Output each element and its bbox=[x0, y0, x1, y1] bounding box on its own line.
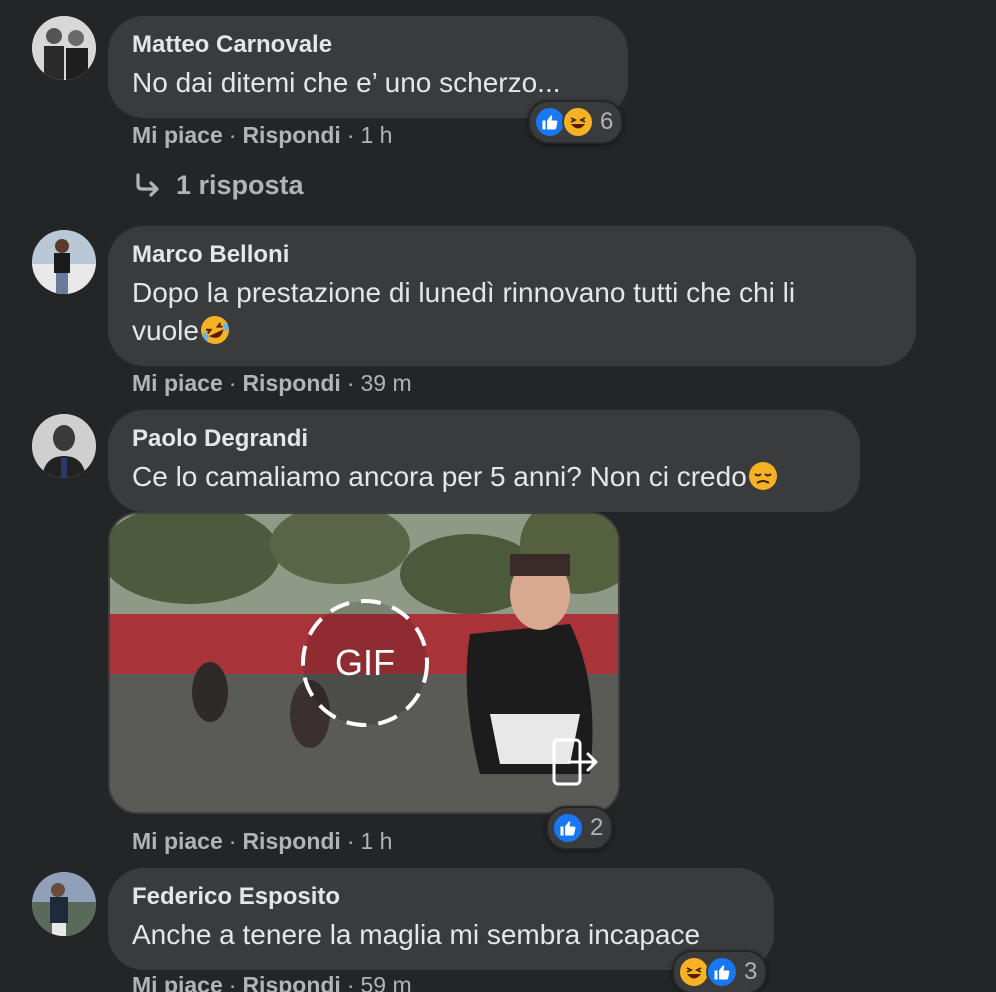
like-icon bbox=[552, 812, 584, 844]
comment-author[interactable]: Marco Belloni bbox=[132, 240, 892, 270]
like-button[interactable]: Mi piace bbox=[132, 828, 223, 854]
share-out-icon[interactable] bbox=[548, 736, 600, 788]
comment-text-fragment: vuole bbox=[132, 315, 199, 346]
view-replies-link[interactable]: 1 risposta bbox=[134, 170, 304, 201]
reply-button[interactable]: Rispondi bbox=[242, 370, 340, 396]
comment-author[interactable]: Matteo Carnovale bbox=[132, 30, 604, 60]
comment-timestamp[interactable]: 1 h bbox=[361, 122, 393, 148]
gif-attachment[interactable]: GIF bbox=[108, 512, 620, 814]
comment-timestamp[interactable]: 1 h bbox=[361, 828, 393, 854]
reply-button[interactable]: Rispondi bbox=[242, 828, 340, 854]
avatar[interactable] bbox=[32, 872, 96, 936]
comments-feed: Matteo Carnovale No dai ditemi che e’ un… bbox=[0, 0, 996, 992]
gif-play-badge[interactable]: GIF bbox=[298, 596, 432, 730]
reaction-count: 2 bbox=[590, 814, 604, 841]
comment-text: Anche a tenere la maglia mi sembra incap… bbox=[132, 919, 701, 950]
comment-timestamp[interactable]: 39 m bbox=[361, 370, 412, 396]
reply-button[interactable]: Rispondi bbox=[242, 972, 340, 992]
reaction-summary[interactable]: 3 bbox=[672, 950, 768, 992]
like-icon bbox=[706, 956, 738, 988]
gif-label: GIF bbox=[335, 642, 395, 683]
replies-count-label: 1 risposta bbox=[176, 170, 304, 200]
comment-actions: Mi piace · Rispondi · 59 m bbox=[132, 970, 412, 992]
comment-timestamp[interactable]: 59 m bbox=[361, 972, 412, 992]
comment-text: No dai ditemi che e’ uno scherzo... bbox=[132, 67, 561, 98]
avatar[interactable] bbox=[32, 16, 96, 80]
comment-bubble: Paolo Degrandi Ce lo camaliamo ancora pe… bbox=[108, 410, 860, 512]
comment-text-line: vuole bbox=[132, 312, 892, 350]
avatar[interactable] bbox=[32, 414, 96, 478]
comment-author[interactable]: Federico Esposito bbox=[132, 882, 750, 912]
haha-icon bbox=[562, 106, 594, 138]
comment-text-line: Dopo la prestazione di lunedì rinnovano … bbox=[132, 277, 796, 308]
comment-bubble: Marco Belloni Dopo la prestazione di lun… bbox=[108, 226, 916, 366]
comment-actions: Mi piace · Rispondi · 1 h bbox=[132, 828, 393, 854]
avatar[interactable] bbox=[32, 230, 96, 294]
disappointed-emoji bbox=[748, 462, 777, 490]
comment-bubble: Federico Esposito Anche a tenere la magl… bbox=[108, 868, 774, 970]
rolling-laughing-emoji bbox=[200, 316, 229, 344]
reaction-summary[interactable]: 6 bbox=[528, 100, 624, 144]
like-button[interactable]: Mi piace bbox=[132, 370, 223, 396]
reply-arrow-icon bbox=[134, 172, 162, 199]
comment-text: Ce lo camaliamo ancora per 5 anni? Non c… bbox=[132, 458, 836, 496]
comment-text: Dopo la prestazione di lunedì rinnovano … bbox=[132, 274, 892, 350]
like-button[interactable]: Mi piace bbox=[132, 122, 223, 148]
reaction-count: 3 bbox=[744, 958, 758, 985]
comment-actions: Mi piace · Rispondi · 1 h bbox=[132, 122, 393, 148]
reply-button[interactable]: Rispondi bbox=[242, 122, 340, 148]
reaction-count: 6 bbox=[600, 108, 614, 135]
comment-text-fragment: Ce lo camaliamo ancora per 5 anni? Non c… bbox=[132, 461, 747, 492]
like-button[interactable]: Mi piace bbox=[132, 972, 223, 992]
comment-author[interactable]: Paolo Degrandi bbox=[132, 424, 836, 454]
reaction-summary[interactable]: 2 bbox=[546, 806, 614, 850]
comment-actions: Mi piace · Rispondi · 39 m bbox=[132, 370, 412, 396]
